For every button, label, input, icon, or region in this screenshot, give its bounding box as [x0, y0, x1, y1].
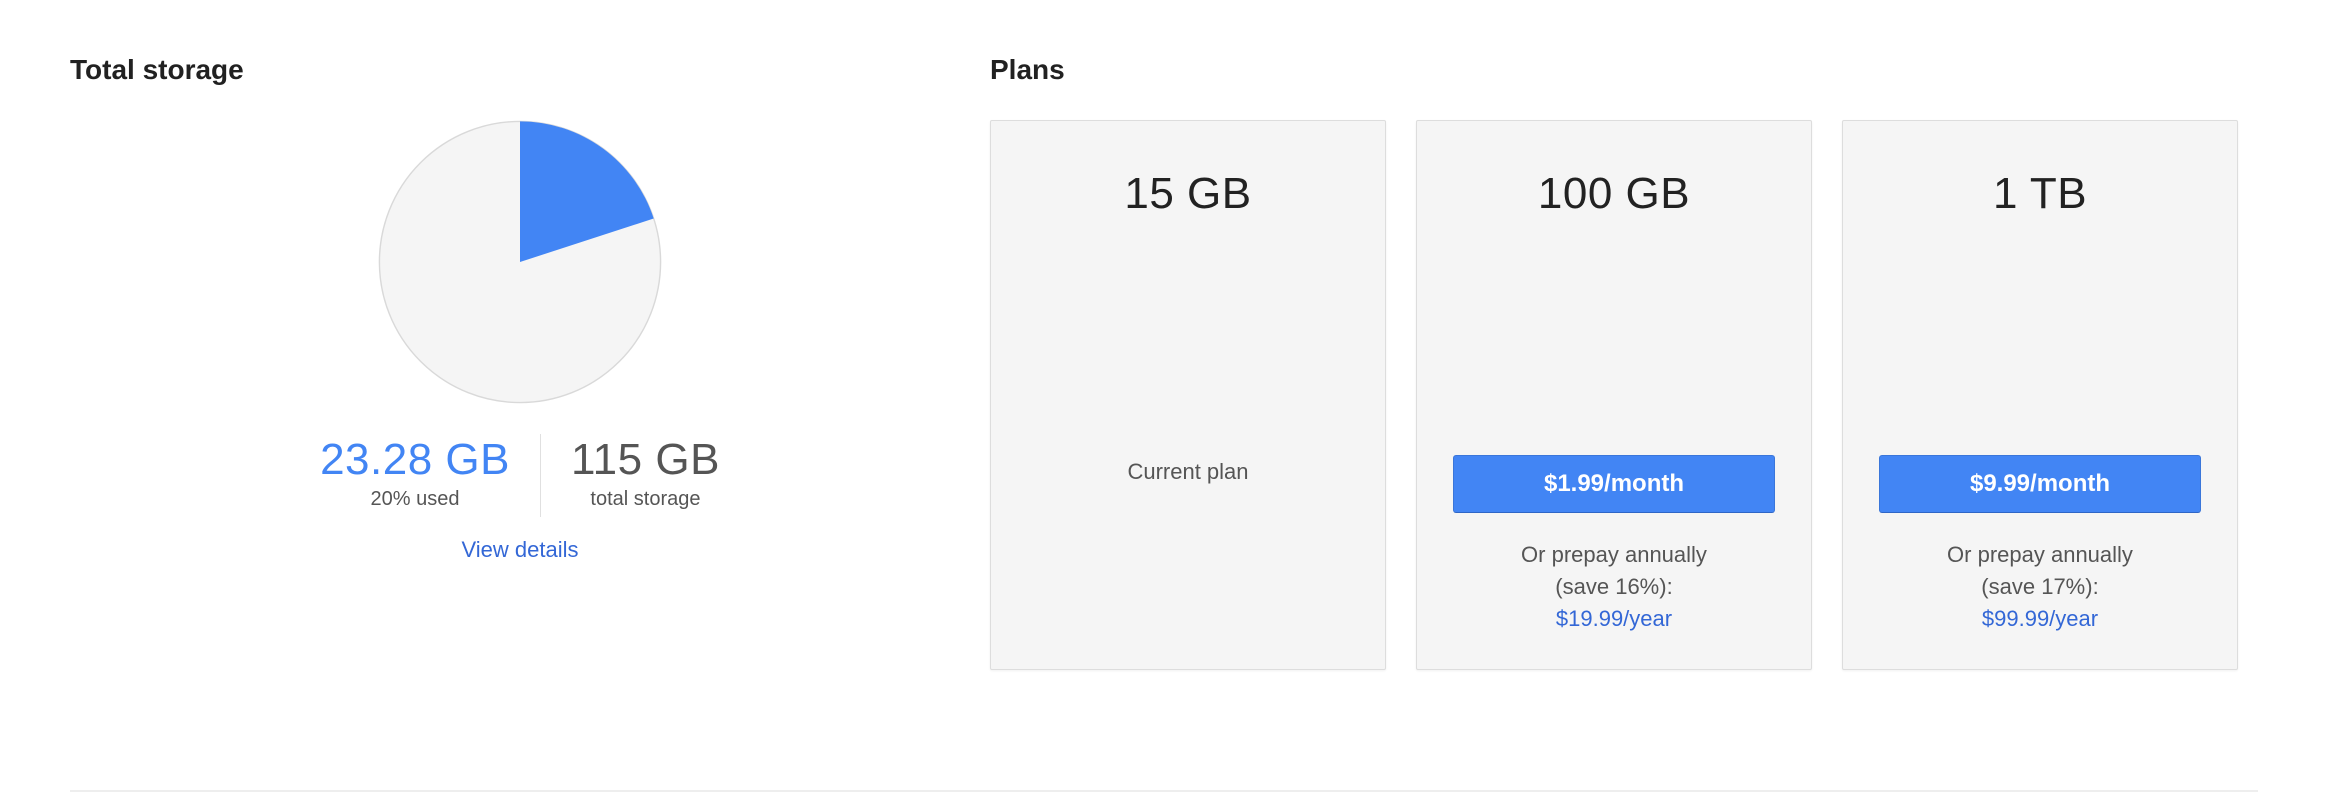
- storage-total-stat: 115 GB total storage: [540, 434, 750, 517]
- annual-line1: Or prepay annually: [1521, 542, 1707, 567]
- plan-card-1tb: 1 TB $9.99/month Or prepay annually (sav…: [1842, 120, 2238, 670]
- plan-size-label: 100 GB: [1538, 169, 1690, 219]
- storage-stats: 23.28 GB 20% used 115 GB total storage: [70, 434, 970, 517]
- annual-line2: (save 16%):: [1555, 574, 1672, 599]
- current-plan-label: Current plan: [1127, 459, 1248, 485]
- storage-total-value: 115 GB: [571, 436, 720, 484]
- annual-line2: (save 17%):: [1981, 574, 2098, 599]
- view-details-link[interactable]: View details: [462, 537, 579, 562]
- total-storage-section: Total storage 23.28 GB 20% used 115 GB t…: [70, 54, 970, 563]
- storage-used-stat: 23.28 GB 20% used: [290, 434, 540, 517]
- storage-pie-chart: [70, 120, 970, 404]
- storage-used-value: 23.28 GB: [320, 436, 510, 484]
- plans-section: Plans 15 GB Current plan 100 GB $1.99/mo…: [990, 54, 2258, 670]
- storage-total-sub: total storage: [571, 488, 720, 511]
- plan-card-100gb: 100 GB $1.99/month Or prepay annually (s…: [1416, 120, 1812, 670]
- plan-100gb-annual: Or prepay annually (save 16%): $19.99/ye…: [1521, 539, 1707, 635]
- plan-card-15gb: 15 GB Current plan: [990, 120, 1386, 670]
- plans-title: Plans: [990, 54, 2258, 86]
- buy-100gb-button[interactable]: $1.99/month: [1453, 455, 1775, 513]
- plan-size-label: 15 GB: [1124, 169, 1251, 219]
- annual-price-link-1tb[interactable]: $99.99/year: [1982, 603, 2098, 635]
- storage-used-sub: 20% used: [320, 488, 510, 511]
- annual-price-link-100gb[interactable]: $19.99/year: [1556, 603, 1672, 635]
- total-storage-title: Total storage: [70, 54, 970, 86]
- annual-line1: Or prepay annually: [1947, 542, 2133, 567]
- plan-size-label: 1 TB: [1993, 169, 2087, 219]
- plan-1tb-annual: Or prepay annually (save 17%): $99.99/ye…: [1947, 539, 2133, 635]
- buy-1tb-button[interactable]: $9.99/month: [1879, 455, 2201, 513]
- pie-chart-icon: [378, 120, 662, 404]
